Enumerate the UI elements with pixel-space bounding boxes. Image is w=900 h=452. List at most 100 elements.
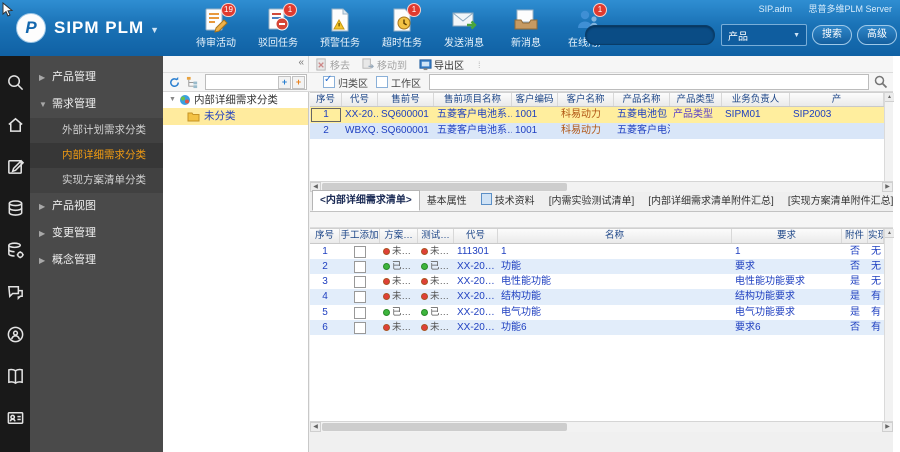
rail-edit-button[interactable] [0,148,30,190]
column-header[interactable]: 手工添加 [340,229,380,243]
table-row[interactable]: 2 已… 已… XX-20… 功能 要求 否无 [310,259,893,275]
rail-sipm-search-button[interactable] [0,64,30,106]
toolbar-overdue-tasks[interactable]: 1 超时任务 [371,3,433,49]
scroll-left-icon[interactable]: ◀ [310,422,321,432]
tab-内需实验测试清单[interactable]: [内需实验测试清单] [542,192,642,211]
rail-home-button[interactable] [0,106,30,148]
column-header[interactable]: 序号 [310,93,342,106]
sidebar-item-产品视图[interactable]: ▶ 产品视图 [30,193,163,220]
search-icon[interactable] [873,74,889,90]
column-header[interactable]: 业务负责人 [722,93,790,106]
rail-idcard-button[interactable] [0,400,30,442]
column-header[interactable]: 产品名称 [614,93,670,106]
status-red-icon [383,278,390,286]
column-header[interactable]: 客户编码 [512,93,558,106]
column-header[interactable]: 代号 [342,93,378,106]
scroll-up-icon[interactable]: ▲ [885,229,894,238]
advanced-search-button[interactable]: 高级 [857,25,897,45]
column-header[interactable]: 测试… [418,229,454,243]
search-button[interactable]: 搜索 [812,25,852,45]
grid-filter-input[interactable] [429,74,869,90]
horizontal-scrollbar[interactable]: ◀ ▶ [310,421,893,432]
sidebar-item-变更管理[interactable]: ▶ 变更管理 [30,220,163,247]
column-header[interactable]: 代号 [454,229,498,243]
collapse-panel-icon[interactable]: « [298,57,304,68]
sidebar-subitem-外部计划需求分类[interactable]: 外部计划需求分类 [30,118,163,143]
remove-button[interactable]: 移去 [315,57,350,72]
column-header[interactable]: 售前号 [378,93,434,106]
toolbar-warning-tasks[interactable]: 预警任务 [309,7,371,49]
rail-database-gear-button[interactable] [0,232,30,274]
toolbar-label: 超时任务 [382,38,422,49]
checkbox-icon[interactable] [354,291,366,304]
checkbox-icon[interactable] [354,246,366,258]
table-row[interactable]: 4 未… 未… XX-20… 结构功能 结构功能要求 是有 [310,289,893,305]
toolbar-send-message[interactable]: 发送消息 [433,7,495,49]
tab-技术资料[interactable]: 技术资料 [474,192,542,211]
tree-filter-input[interactable]: + + [205,74,307,90]
cell-manual [340,320,380,335]
rail-database-button[interactable] [0,190,30,232]
checkbox-icon[interactable] [354,321,366,334]
refresh-icon[interactable] [168,76,181,89]
table-row[interactable]: 3 未… 未… XX-20… 电性能功能 电性能功能要求 是无 [310,274,893,290]
scroll-right-icon[interactable]: ▶ [882,422,893,432]
chevron-down-icon[interactable]: ▼ [150,25,159,35]
sidebar-item-概念管理[interactable]: ▶ 概念管理 [30,247,163,274]
export-area-button[interactable]: 导出区 [419,57,464,72]
column-header[interactable]: 售前项目名称 [434,93,512,106]
rail-book-button[interactable] [0,358,30,400]
classification-tree-panel: ▼ 内部详细需求分类 未分类 [163,92,309,452]
rail-chat-button[interactable] [0,274,30,316]
column-header[interactable]: 附件 [842,229,868,243]
global-search-input[interactable] [585,25,715,45]
brand[interactable]: P SIPM PLM ▼ [16,13,159,43]
table-row[interactable]: 1 未… 未… 111301 1 1 否无 [310,244,893,260]
tab-内部详细需求清单附件汇总[interactable]: [内部详细需求清单附件汇总] [641,192,781,211]
table-row[interactable]: 1XX-20…SQ600001 五菱客户电池系…1001 科易动力 五菱电池包产品类型… [310,107,893,123]
toolbar-pending-activities[interactable]: 19 待审活动 [185,3,247,49]
table-row[interactable]: 5 已… 已… XX-20… 电气功能 电气功能要求 是有 [310,304,893,320]
column-header[interactable]: 产品类型 [670,93,722,106]
tree-node-unclassified[interactable]: 未分类 [163,108,308,125]
sidebar-subitem-实现方案清单分类[interactable]: 实现方案清单分类 [30,168,163,193]
column-header[interactable]: 实现 [868,229,884,243]
scroll-right-icon[interactable]: ▶ [882,182,893,192]
vertical-scrollbar[interactable]: ▲ [884,229,894,421]
column-header[interactable]: 序号 [310,229,340,243]
sidebar-item-需求管理[interactable]: ▼ 需求管理 [30,91,163,118]
tab-内部详细需求清单[interactable]: <内部详细需求清单> [312,190,420,211]
status-label: 已… [392,261,412,273]
column-header[interactable]: 名称 [498,229,732,243]
sidebar-subitem-内部详细需求分类[interactable]: 内部详细需求分类 [30,143,163,168]
tab-基本属性[interactable]: 基本属性 [420,192,474,211]
column-header[interactable]: 方案… [380,229,418,243]
table-row[interactable]: 2 WBXQ…SQ600001 五菱客户电池系…1001 科易动力 五菱客户电池系统 [310,123,893,139]
search-category-value: 产品 [728,31,748,43]
table-row[interactable]: 6 未… 未… XX-20… 功能6 要求6 否有 [310,319,893,335]
add-orange-icon[interactable]: + [292,75,305,89]
checkbox-icon[interactable] [354,276,366,289]
tree-expand-icon[interactable]: ▼ [169,92,176,108]
classify-area-checkbox[interactable] [323,74,335,88]
column-header[interactable]: 要求 [732,229,842,243]
add-blue-icon[interactable]: + [278,75,291,89]
move-to-button[interactable]: 移动到 [362,57,407,72]
toolbar-new-message[interactable]: 新消息 [495,7,557,49]
search-category-select[interactable]: 产品 ▼ [721,24,807,46]
workspace-checkbox[interactable] [376,76,388,88]
scroll-thumb[interactable] [322,423,567,431]
tree-root-node[interactable]: ▼ 内部详细需求分类 [163,92,308,108]
sidebar-item-产品管理[interactable]: ▶ 产品管理 [30,64,163,91]
column-header[interactable]: 产 [790,93,884,106]
checkbox-icon[interactable] [354,261,366,274]
rail-broadcast-button[interactable] [0,316,30,358]
toolbar-rejected-tasks[interactable]: 1 驳回任务 [247,3,309,49]
column-header[interactable]: 客户名称 [558,93,614,106]
tree-view-icon[interactable] [186,76,199,89]
scroll-up-icon[interactable]: ▲ [885,93,894,102]
checkbox-icon[interactable] [354,306,366,319]
vertical-scrollbar[interactable]: ▲ [884,93,894,181]
cell-no: 2 [322,261,328,273]
tab-实现方案清单附件汇总[interactable]: [实现方案清单附件汇总] [781,192,900,211]
